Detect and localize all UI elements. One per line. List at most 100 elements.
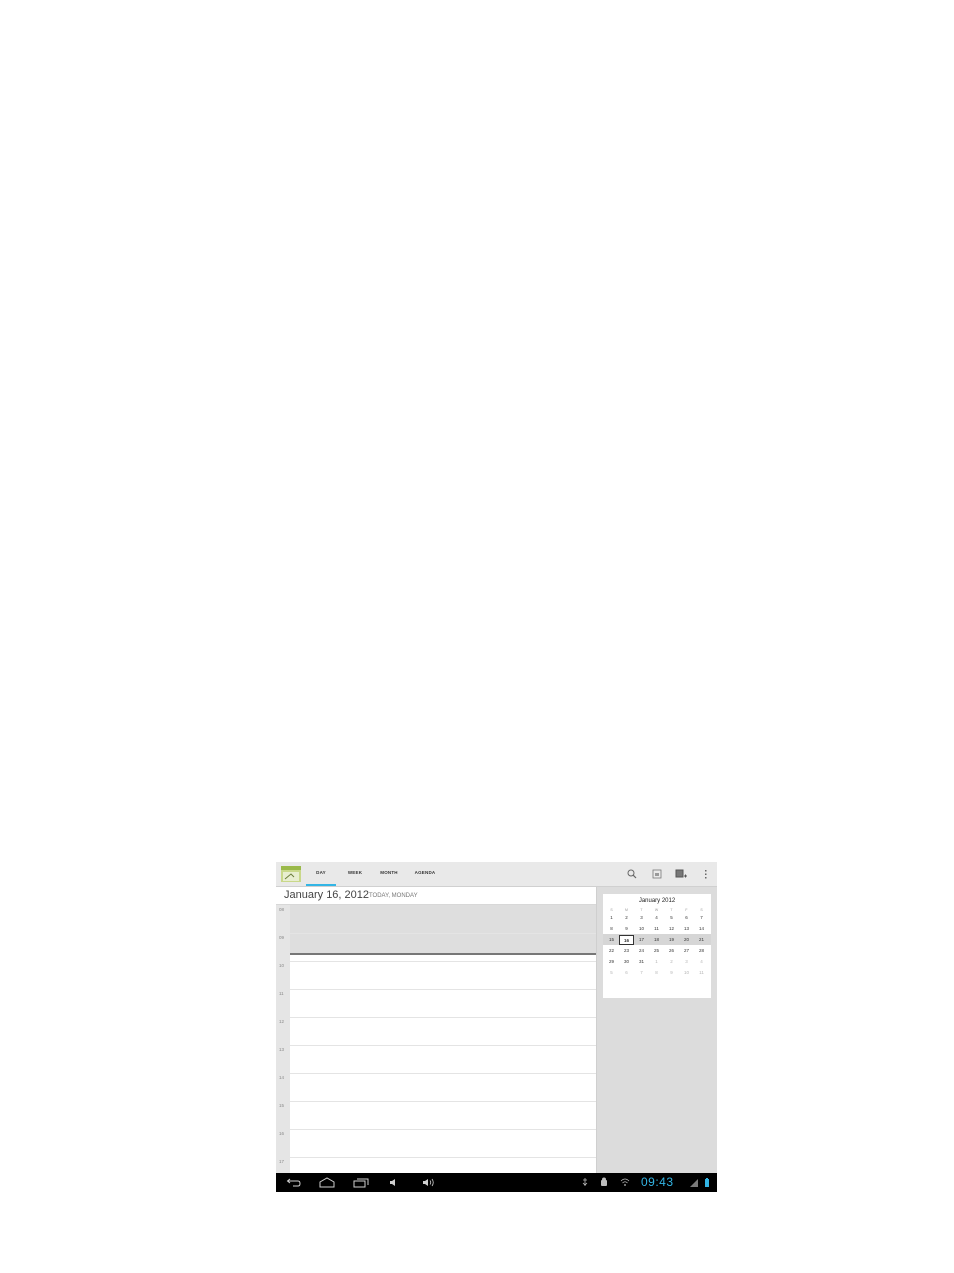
recent-apps-icon[interactable]: [352, 1176, 370, 1189]
calendar-day[interactable]: 15: [604, 935, 619, 945]
android-notification-icon: [601, 1177, 607, 1186]
calendar-day[interactable]: 6: [679, 913, 694, 923]
hour-label: 08: [279, 907, 285, 912]
hour-label: 17: [279, 1159, 285, 1164]
calendar-day[interactable]: 4: [649, 913, 664, 923]
calendar-day[interactable]: 25: [649, 946, 664, 956]
back-icon[interactable]: [284, 1176, 302, 1189]
hour-label: 09: [279, 935, 285, 940]
weekday-label: M: [625, 908, 628, 912]
current-time-line: [290, 953, 596, 955]
calendar-app-icon[interactable]: [280, 865, 302, 883]
status-clock[interactable]: 09:43: [641, 1175, 674, 1189]
hour-divider: [290, 961, 596, 962]
calendar-day-today[interactable]: 16: [619, 935, 634, 945]
calendar-day-next-month[interactable]: 9: [664, 968, 679, 978]
tab-month[interactable]: MONTH: [374, 862, 404, 886]
hour-label: 13: [279, 1047, 285, 1052]
calendar-day-next-month[interactable]: 7: [634, 968, 649, 978]
calendar-day[interactable]: 19: [664, 935, 679, 945]
weekday-label: S: [610, 908, 613, 912]
calendar-day[interactable]: 2: [619, 913, 634, 923]
calendar-day-next-month[interactable]: 6: [619, 968, 634, 978]
hour-label: 15: [279, 1103, 285, 1108]
overflow-menu-icon[interactable]: [699, 867, 713, 881]
calendar-day[interactable]: 17: [634, 935, 649, 945]
hour-divider: [290, 1129, 596, 1130]
date-title: January 16, 2012: [284, 889, 370, 901]
calendar-day[interactable]: 3: [634, 913, 649, 923]
hour-divider: [290, 1101, 596, 1102]
home-icon[interactable]: [318, 1176, 336, 1189]
calendar-day[interactable]: 7: [694, 913, 709, 923]
hour-label: 14: [279, 1075, 285, 1080]
weekday-label: W: [654, 908, 659, 912]
side-panel: January 2012 S M T W T F S 1 2 3 4 5 6 7…: [596, 887, 717, 1173]
mini-month-calendar: January 2012 S M T W T F S 1 2 3 4 5 6 7…: [603, 894, 711, 998]
volume-up-icon[interactable]: [420, 1176, 438, 1189]
weekday-label: T: [640, 908, 643, 912]
calendar-day[interactable]: 5: [664, 913, 679, 923]
system-navigation-bar: 09:43: [276, 1173, 717, 1192]
hour-label: 10: [279, 963, 285, 968]
calendar-day[interactable]: 29: [604, 957, 619, 967]
calendar-day[interactable]: 9: [619, 924, 634, 934]
wifi-icon: [620, 1178, 630, 1186]
mini-calendar-title: January 2012: [638, 898, 676, 904]
volume-down-icon[interactable]: [386, 1176, 404, 1189]
calendar-day-next-month[interactable]: 10: [679, 968, 694, 978]
tab-week[interactable]: WEEK: [340, 862, 370, 886]
hour-label: 12: [279, 1019, 285, 1024]
hour-divider: [290, 1073, 596, 1074]
date-header: January 16, 2012 TODAY, MONDAY: [276, 887, 596, 905]
calendar-day[interactable]: 21: [694, 935, 709, 945]
weekday-label: F: [685, 908, 688, 912]
calendar-day[interactable]: 23: [619, 946, 634, 956]
calendar-day[interactable]: 12: [664, 924, 679, 934]
calendar-day-next-month[interactable]: 11: [694, 968, 709, 978]
calendar-day-next-month[interactable]: 1: [649, 957, 664, 967]
calendar-day[interactable]: 10: [634, 924, 649, 934]
hour-label: 11: [279, 991, 284, 996]
calendar-day[interactable]: 27: [679, 946, 694, 956]
calendar-day[interactable]: 30: [619, 957, 634, 967]
weekday-label: T: [670, 908, 673, 912]
calendar-day[interactable]: 8: [604, 924, 619, 934]
calendar-day[interactable]: 11: [649, 924, 664, 934]
hour-divider: [290, 1045, 596, 1046]
tablet-screen: DAY WEEK MONTH AGENDA January 16, 2012 T…: [276, 862, 717, 1192]
signal-icon: [690, 1179, 698, 1187]
calendar-day-next-month[interactable]: 8: [649, 968, 664, 978]
calendar-day[interactable]: 28: [694, 946, 709, 956]
new-event-icon[interactable]: [674, 867, 688, 881]
usb-debug-icon: [582, 1178, 588, 1186]
calendar-day[interactable]: 1: [604, 913, 619, 923]
calendar-day[interactable]: 13: [679, 924, 694, 934]
tab-day[interactable]: DAY: [306, 862, 336, 886]
calendar-day[interactable]: 31: [634, 957, 649, 967]
hour-divider: [290, 1157, 596, 1158]
calendar-day[interactable]: 18: [649, 935, 664, 945]
calendar-day-next-month[interactable]: 2: [664, 957, 679, 967]
calendar-day-next-month[interactable]: 5: [604, 968, 619, 978]
calendar-day-next-month[interactable]: 3: [679, 957, 694, 967]
calendar-day[interactable]: 14: [694, 924, 709, 934]
calendar-today-icon[interactable]: [650, 867, 664, 881]
hour-label: 16: [279, 1131, 285, 1136]
action-bar: DAY WEEK MONTH AGENDA: [276, 862, 717, 887]
weekday-label: S: [700, 908, 703, 912]
hour-divider: [290, 989, 596, 990]
tab-agenda[interactable]: AGENDA: [408, 862, 442, 886]
calendar-day[interactable]: 22: [604, 946, 619, 956]
calendar-day[interactable]: 26: [664, 946, 679, 956]
calendar-day[interactable]: 24: [634, 946, 649, 956]
hour-divider: [290, 933, 596, 934]
calendar-day[interactable]: 20: [679, 935, 694, 945]
day-timeline[interactable]: 08 09 10 11 12 13 14 15 16 17: [276, 905, 596, 1173]
date-subtitle: TODAY, MONDAY: [369, 893, 418, 899]
calendar-day-next-month[interactable]: 4: [694, 957, 709, 967]
hour-divider: [290, 1017, 596, 1018]
search-icon[interactable]: [625, 867, 639, 881]
battery-icon: [705, 1178, 709, 1187]
past-hours-shade: [290, 905, 596, 953]
